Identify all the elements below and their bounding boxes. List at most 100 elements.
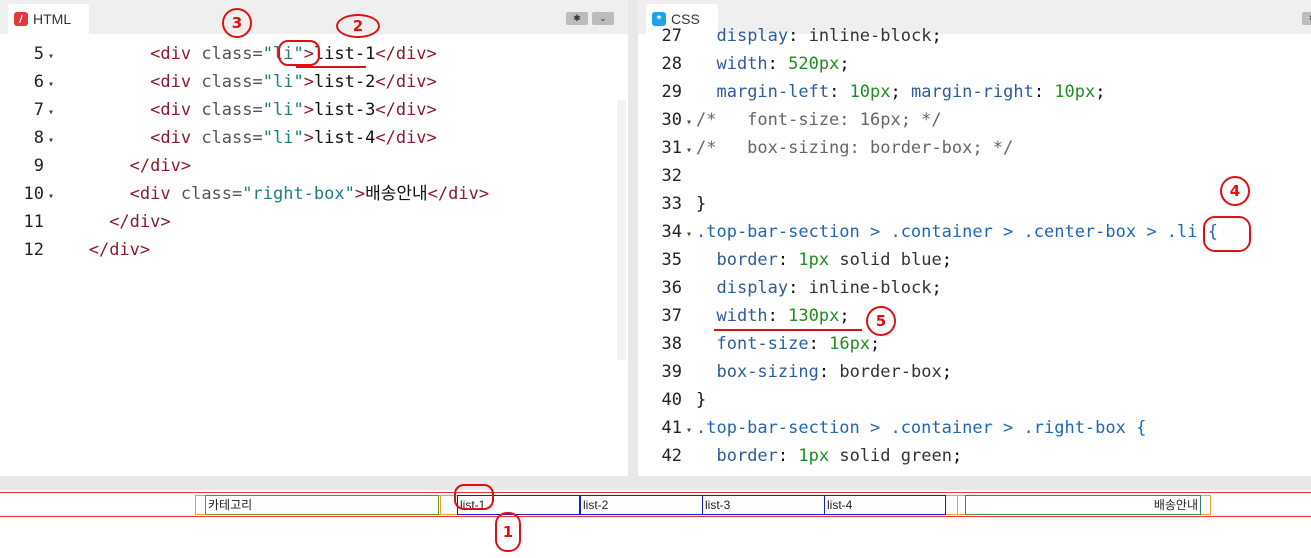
horizontal-splitter[interactable] <box>0 476 1311 490</box>
code-line: 30 ▾/* font-size: 16px; */ <box>638 106 1311 134</box>
fold-arrow-icon: ▾ <box>685 145 693 156</box>
code-line: 41 ▾ .top-bar-section > .container > .righ… <box>638 414 1311 442</box>
fold-arrow-icon: ▾ <box>47 191 55 202</box>
left-box: 카테고리 <box>205 495 439 515</box>
text-content: list-2 <box>313 72 376 92</box>
line-number: 41 <box>661 418 682 438</box>
property: box-sizing <box>716 362 819 382</box>
code-line: 10 ▾ <div class="right-box">배송안내</div> <box>0 180 628 208</box>
vertical-splitter[interactable] <box>628 0 638 476</box>
code-line: 42 border: 1px solid green; <box>638 442 1311 470</box>
tag-open: <div <box>150 100 202 120</box>
line-number: 29 <box>661 82 682 102</box>
code-line: 37 width: 130px; <box>638 302 1311 330</box>
fold-arrow-icon: ▾ <box>47 79 55 90</box>
list-item-2: list-2 <box>580 495 703 515</box>
value: 16px <box>829 334 871 354</box>
annotation-2: 2 <box>336 14 380 38</box>
attr-value: "li" <box>262 72 304 92</box>
comment: /* font-size: 16px; */ <box>696 110 942 130</box>
line-number: 40 <box>661 390 682 410</box>
semicolon: ; <box>931 278 942 298</box>
line-number: 8 <box>33 128 44 148</box>
tab-html[interactable]: / HTML <box>8 4 90 34</box>
colon: : <box>777 446 799 466</box>
attr-name: class= <box>201 128 263 148</box>
line-number: 37 <box>661 306 682 326</box>
fold-arrow-icon: ▾ <box>685 425 693 436</box>
selector: .top-bar-section > .container > .right-b… <box>696 418 1147 438</box>
attr-value: "right-box" <box>242 184 355 204</box>
code-line: 38 font-size: 16px; <box>638 330 1311 358</box>
value: 10px <box>849 82 891 102</box>
tag-open: <div <box>150 72 202 92</box>
line-number: 11 <box>23 212 44 232</box>
attr-value: "li" <box>262 100 304 120</box>
value: solid green <box>829 446 952 466</box>
tag-open: </div> <box>129 156 192 176</box>
line-number: 6 <box>33 72 44 92</box>
line-number: 35 <box>661 250 682 270</box>
line-number: 32 <box>661 166 682 186</box>
tag-open: <div <box>150 44 202 64</box>
fold-arrow-icon: ▾ <box>47 135 55 146</box>
attr-name: class= <box>201 72 263 92</box>
code-line: 31 ▾/* box-sizing: border-box; */ <box>638 134 1311 162</box>
settings-button[interactable]: ✱ <box>566 12 588 25</box>
html-scrollbar[interactable] <box>617 100 626 360</box>
code-line: 11 </div> <box>0 208 628 236</box>
code-line: 39 box-sizing: border-box; <box>638 358 1311 386</box>
code-line: 29 margin-left: 10px; margin-right: 10px… <box>638 78 1311 106</box>
fold-arrow-icon: ▾ <box>47 107 55 118</box>
annotation-circle-list1 <box>454 484 494 510</box>
value: 10px <box>1054 82 1096 102</box>
annotation-4: 4 <box>1220 176 1250 206</box>
text-content: list-4 <box>313 128 376 148</box>
semicolon: ; <box>839 54 850 74</box>
list-item-3: list-3 <box>702 495 825 515</box>
annotation-underline-width <box>714 329 862 331</box>
tag-end: </div> <box>375 72 437 92</box>
semicolon: ; <box>839 306 850 326</box>
tag-end: </div> <box>375 128 437 148</box>
tag-open: <div <box>129 184 181 204</box>
colon: : <box>767 306 789 326</box>
code-line: 40} <box>638 386 1311 414</box>
tag-close: > <box>303 100 314 120</box>
property: font-size <box>716 334 809 354</box>
annotation-circle-li-selector <box>1203 216 1251 252</box>
colon: : <box>829 82 850 102</box>
tag-close: > <box>303 72 314 92</box>
text-content: 배송안내 <box>365 184 428 204</box>
tag-open: </div> <box>109 212 171 232</box>
comment: /* box-sizing: border-box; */ <box>696 138 1014 158</box>
colon: : <box>788 26 809 46</box>
preview-bottom-border <box>0 516 1311 517</box>
line-number: 38 <box>661 334 682 354</box>
code-line: 36 display: inline-block; <box>638 274 1311 302</box>
html-code-area[interactable]: 5 ▾ <div class="li">list-1</div> 6 ▾ <div c… <box>0 40 628 476</box>
property: display <box>716 278 789 298</box>
line-number: 7 <box>33 100 44 120</box>
line-number: 12 <box>23 240 44 260</box>
dropdown-button[interactable]: ⌄ <box>592 12 614 25</box>
property: display <box>716 26 789 46</box>
brace: } <box>696 194 707 214</box>
html-file-icon: / <box>14 12 28 26</box>
tag-close: > <box>354 184 366 204</box>
semicolon: ; <box>1095 82 1106 102</box>
fold-arrow-icon: ▾ <box>47 51 55 62</box>
colon: : <box>777 250 799 270</box>
colon: : <box>788 278 809 298</box>
colon: : <box>1033 82 1055 102</box>
